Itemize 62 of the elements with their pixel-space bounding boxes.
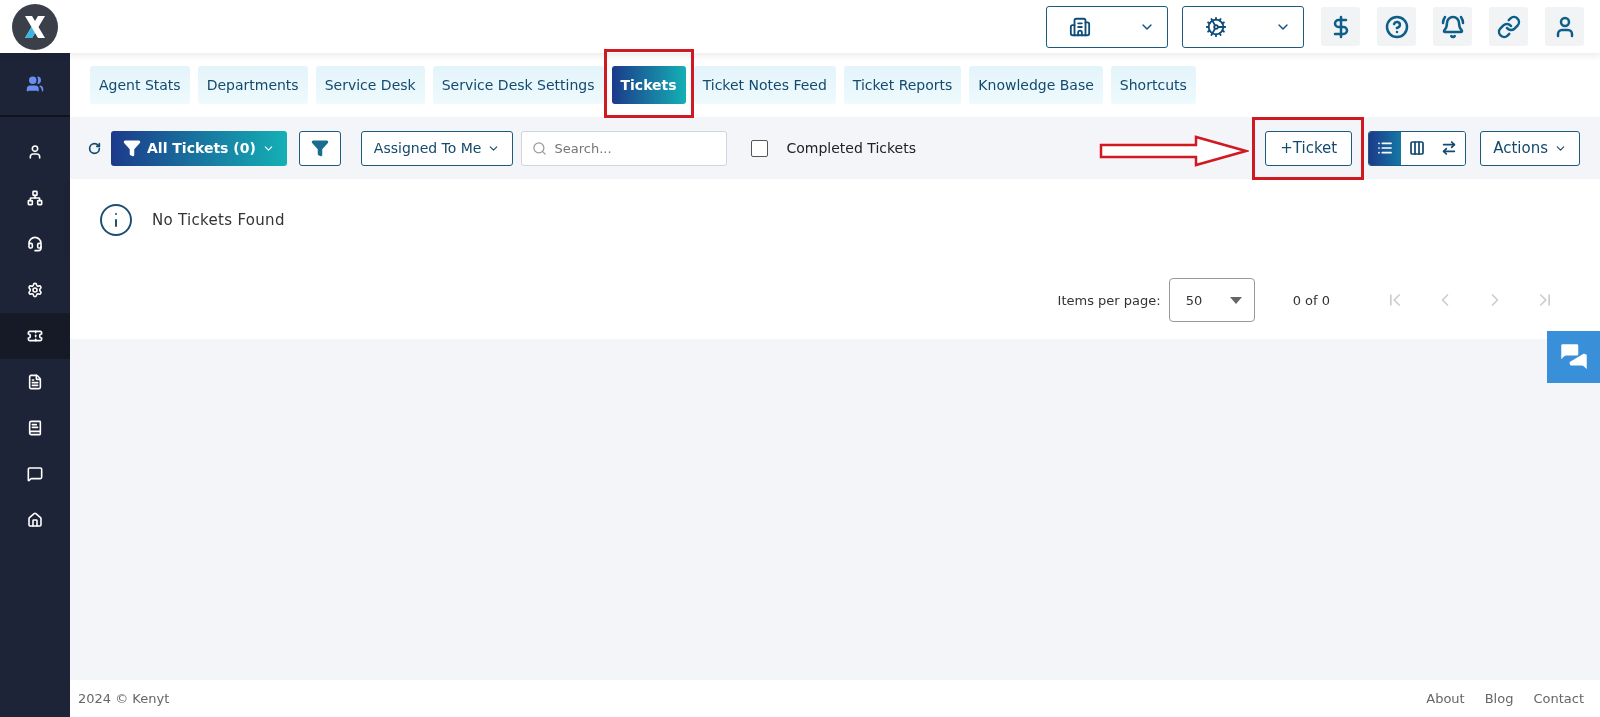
- refresh-icon[interactable]: [88, 141, 101, 155]
- view-toggle[interactable]: [1401, 131, 1434, 165]
- assigned-dropdown[interactable]: Assigned To Me: [360, 130, 514, 166]
- columns-icon: [1409, 140, 1426, 156]
- chat-widget-button[interactable]: [1547, 331, 1600, 383]
- header-icon-button[interactable]: [1433, 7, 1472, 46]
- tab[interactable]: Agent Stats: [90, 66, 190, 104]
- checkbox[interactable]: [751, 139, 769, 157]
- tab[interactable]: Departments: [197, 66, 308, 104]
- header-icon-button[interactable]: [1545, 7, 1584, 46]
- footer-link[interactable]: Contact: [1533, 691, 1584, 706]
- footer-link[interactable]: About: [1426, 691, 1465, 706]
- actions-dropdown[interactable]: Actions: [1480, 130, 1580, 166]
- link-icon: [1496, 14, 1521, 39]
- page-range: 0 of 0: [1292, 292, 1330, 308]
- filter-icon: [123, 139, 141, 157]
- header-dropdown[interactable]: [1046, 5, 1168, 48]
- tab[interactable]: Shortcuts: [1110, 66, 1196, 104]
- tab[interactable]: Service Desk: [315, 66, 425, 104]
- sitemap-icon: [27, 190, 43, 206]
- header-dropdown[interactable]: [1182, 5, 1304, 48]
- header-icon-button[interactable]: [1489, 7, 1528, 46]
- tab[interactable]: Ticket Notes Feed: [693, 66, 836, 104]
- list-icon: [1377, 140, 1394, 156]
- document-icon: [27, 374, 43, 390]
- help-icon: [1384, 14, 1409, 39]
- info-icon: [98, 202, 134, 238]
- checkbox-label: Completed Tickets: [786, 140, 916, 156]
- header-icon-button[interactable]: [1377, 7, 1416, 46]
- building-icon: [1069, 15, 1091, 38]
- book-icon: [27, 420, 43, 436]
- caret-icon: [1229, 296, 1242, 304]
- tab[interactable]: Tickets: [611, 66, 686, 104]
- copyright: 2024 © Kenyt: [78, 691, 170, 706]
- tab[interactable]: Service Desk Settings: [432, 66, 604, 104]
- search-icon: [532, 140, 548, 156]
- empty-message: No Tickets Found: [152, 211, 285, 229]
- view-toggle[interactable]: [1369, 131, 1402, 165]
- gear-icon: [1205, 15, 1227, 38]
- home-icon: [27, 512, 43, 528]
- bell-icon: [1440, 14, 1465, 39]
- logo[interactable]: [12, 3, 58, 50]
- users-icon[interactable]: [26, 75, 44, 93]
- items-per-page-label: Items per page:: [1057, 292, 1161, 308]
- filter-button[interactable]: [298, 130, 341, 166]
- swap-icon: [1441, 140, 1458, 156]
- user-icon: [27, 144, 43, 160]
- filter-icon: [310, 139, 329, 157]
- tab[interactable]: Knowledge Base: [969, 66, 1103, 104]
- new-ticket-button[interactable]: +Ticket: [1265, 130, 1353, 166]
- all-tickets-button[interactable]: All Tickets (0): [111, 130, 287, 166]
- sidebar-item[interactable]: [0, 313, 70, 359]
- page-size-select[interactable]: 50: [1168, 278, 1255, 322]
- footer-link[interactable]: Blog: [1484, 691, 1514, 706]
- chat-icon: [27, 466, 43, 482]
- headset-icon: [27, 236, 43, 252]
- search-field[interactable]: Search...: [521, 130, 728, 166]
- settings-icon: [27, 282, 43, 298]
- view-toggle[interactable]: [1433, 131, 1466, 165]
- header-icon-button[interactable]: [1321, 7, 1360, 46]
- ticket-icon: [27, 328, 43, 344]
- tab[interactable]: Ticket Reports: [843, 66, 962, 104]
